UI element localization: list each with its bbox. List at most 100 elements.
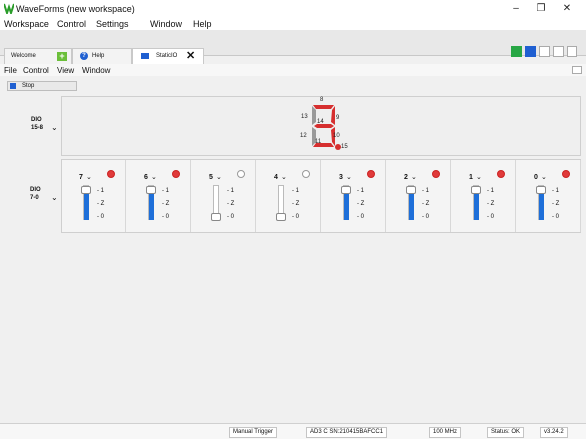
channel-slider[interactable]: [471, 185, 481, 220]
channel-slider[interactable]: [211, 185, 221, 221]
dio-15-8-label: DIO 15-8: [31, 117, 44, 131]
menu-bar: Workspace Control Settings Window Help: [0, 18, 586, 30]
option-label: - Z: [292, 201, 300, 207]
option-value: Z: [295, 201, 300, 207]
slider-knob[interactable]: [146, 186, 156, 194]
minimize-button[interactable]: –: [504, 2, 528, 16]
chevron-down-icon[interactable]: ⌄: [411, 173, 417, 181]
option-label: - 1: [487, 188, 495, 194]
option-value: 0: [100, 214, 105, 220]
stop-icon[interactable]: [525, 46, 536, 57]
channel-number[interactable]: 2: [404, 174, 408, 181]
slider-knob[interactable]: [536, 186, 546, 194]
menu-window[interactable]: Window: [150, 18, 182, 30]
chevron-down-icon[interactable]: ⌄: [151, 173, 157, 181]
option-value: 0: [555, 214, 560, 220]
window-icon[interactable]: [553, 46, 564, 57]
chevron-down-icon[interactable]: ⌄: [216, 173, 222, 181]
segment-label-11: 11: [315, 139, 322, 145]
submenu-control[interactable]: Control: [23, 66, 49, 76]
channel-slider[interactable]: [406, 185, 416, 220]
channel-number[interactable]: 3: [339, 174, 343, 181]
slider-fill: [149, 194, 154, 220]
channel-slider[interactable]: [146, 185, 156, 220]
menu-control[interactable]: Control: [57, 18, 86, 30]
slider-knob[interactable]: [276, 213, 286, 221]
restore-button[interactable]: ❐: [529, 2, 553, 16]
version-button[interactable]: v3.24.2: [540, 427, 568, 438]
chevron-down-icon[interactable]: ⌄: [51, 193, 58, 202]
option-value: Z: [230, 201, 235, 207]
channel-number[interactable]: 7: [79, 174, 83, 181]
slider-fill: [84, 194, 89, 220]
option-value: Z: [360, 201, 365, 207]
slider-knob[interactable]: [81, 186, 91, 194]
layout-icon[interactable]: [539, 46, 550, 57]
tab-welcome[interactable]: Welcome +: [4, 48, 72, 64]
menu-help[interactable]: Help: [193, 18, 212, 30]
slider-knob[interactable]: [471, 186, 481, 194]
clock-button[interactable]: 100 MHz: [429, 427, 462, 438]
channel-1: [452, 160, 516, 232]
channel-number[interactable]: 6: [144, 174, 148, 181]
menu-settings[interactable]: Settings: [96, 18, 129, 30]
submenu-view[interactable]: View: [57, 66, 74, 76]
tab-staticio[interactable]: StaticIO ✕: [132, 48, 204, 64]
clock-label: 100 MHz: [433, 429, 458, 435]
channel-2: [387, 160, 451, 232]
chevron-down-icon[interactable]: ⌄: [346, 173, 352, 181]
option-label: - Z: [552, 201, 560, 207]
channel-7: [62, 160, 126, 232]
slider-knob[interactable]: [341, 186, 351, 194]
stop-button[interactable]: Stop: [7, 81, 77, 91]
channel-number[interactable]: 4: [274, 174, 278, 181]
run-icon[interactable]: [511, 46, 522, 57]
channel-number[interactable]: 1: [469, 174, 473, 181]
channel-number[interactable]: 5: [209, 174, 213, 181]
option-label: - 1: [227, 188, 235, 194]
channel-3: [322, 160, 386, 232]
slider-knob[interactable]: [406, 186, 416, 194]
chevron-down-icon[interactable]: ⌄: [51, 123, 58, 132]
option-value: 0: [425, 214, 430, 220]
close-button[interactable]: ✕: [555, 2, 579, 16]
option-label: - 0: [162, 214, 170, 220]
staticio-icon: [141, 53, 149, 59]
device-button[interactable]: AD3 C SN:210415BAFCC1: [306, 427, 388, 438]
chevron-down-icon[interactable]: ⌄: [86, 173, 92, 181]
chevron-down-icon[interactable]: ⌄: [476, 173, 482, 181]
option-value: 0: [165, 214, 170, 220]
seven-segment-display: [312, 105, 341, 150]
option-value: 1: [360, 188, 365, 194]
slider-knob[interactable]: [211, 213, 221, 221]
channel-number[interactable]: 0: [534, 174, 538, 181]
channel-0: [517, 160, 581, 232]
manual-trigger-button[interactable]: Manual Trigger: [229, 427, 278, 438]
chevron-down-icon[interactable]: ⌄: [281, 173, 287, 181]
submenu-file[interactable]: File: [4, 66, 17, 76]
channel-slider[interactable]: [536, 185, 546, 220]
close-tab-icon[interactable]: ✕: [186, 50, 195, 62]
tab-help[interactable]: ? Help: [72, 48, 132, 64]
stop-button-label: Stop: [22, 83, 35, 89]
option-label: - Z: [357, 201, 365, 207]
channel-slider[interactable]: [81, 185, 91, 220]
settings-icon[interactable]: [567, 46, 577, 57]
stop-square-icon: [10, 83, 16, 89]
plus-icon[interactable]: +: [57, 52, 67, 61]
option-label: - 1: [97, 188, 105, 194]
undock-icon[interactable]: [572, 66, 582, 74]
segment-label-9: 9: [336, 115, 340, 121]
channel-slider[interactable]: [341, 185, 351, 220]
submenu-window[interactable]: Window: [82, 66, 110, 76]
status-label: Status: OK: [491, 429, 521, 435]
chevron-down-icon[interactable]: ⌄: [541, 173, 547, 181]
option-label: - Z: [422, 201, 430, 207]
channel-slider[interactable]: [276, 185, 286, 221]
option-value: 0: [295, 214, 300, 220]
status-button[interactable]: Status: OK: [487, 427, 525, 438]
channel-led: [367, 170, 375, 178]
option-value: Z: [490, 201, 495, 207]
menu-workspace[interactable]: Workspace: [4, 18, 49, 30]
segment-label-14: 14: [317, 119, 324, 125]
